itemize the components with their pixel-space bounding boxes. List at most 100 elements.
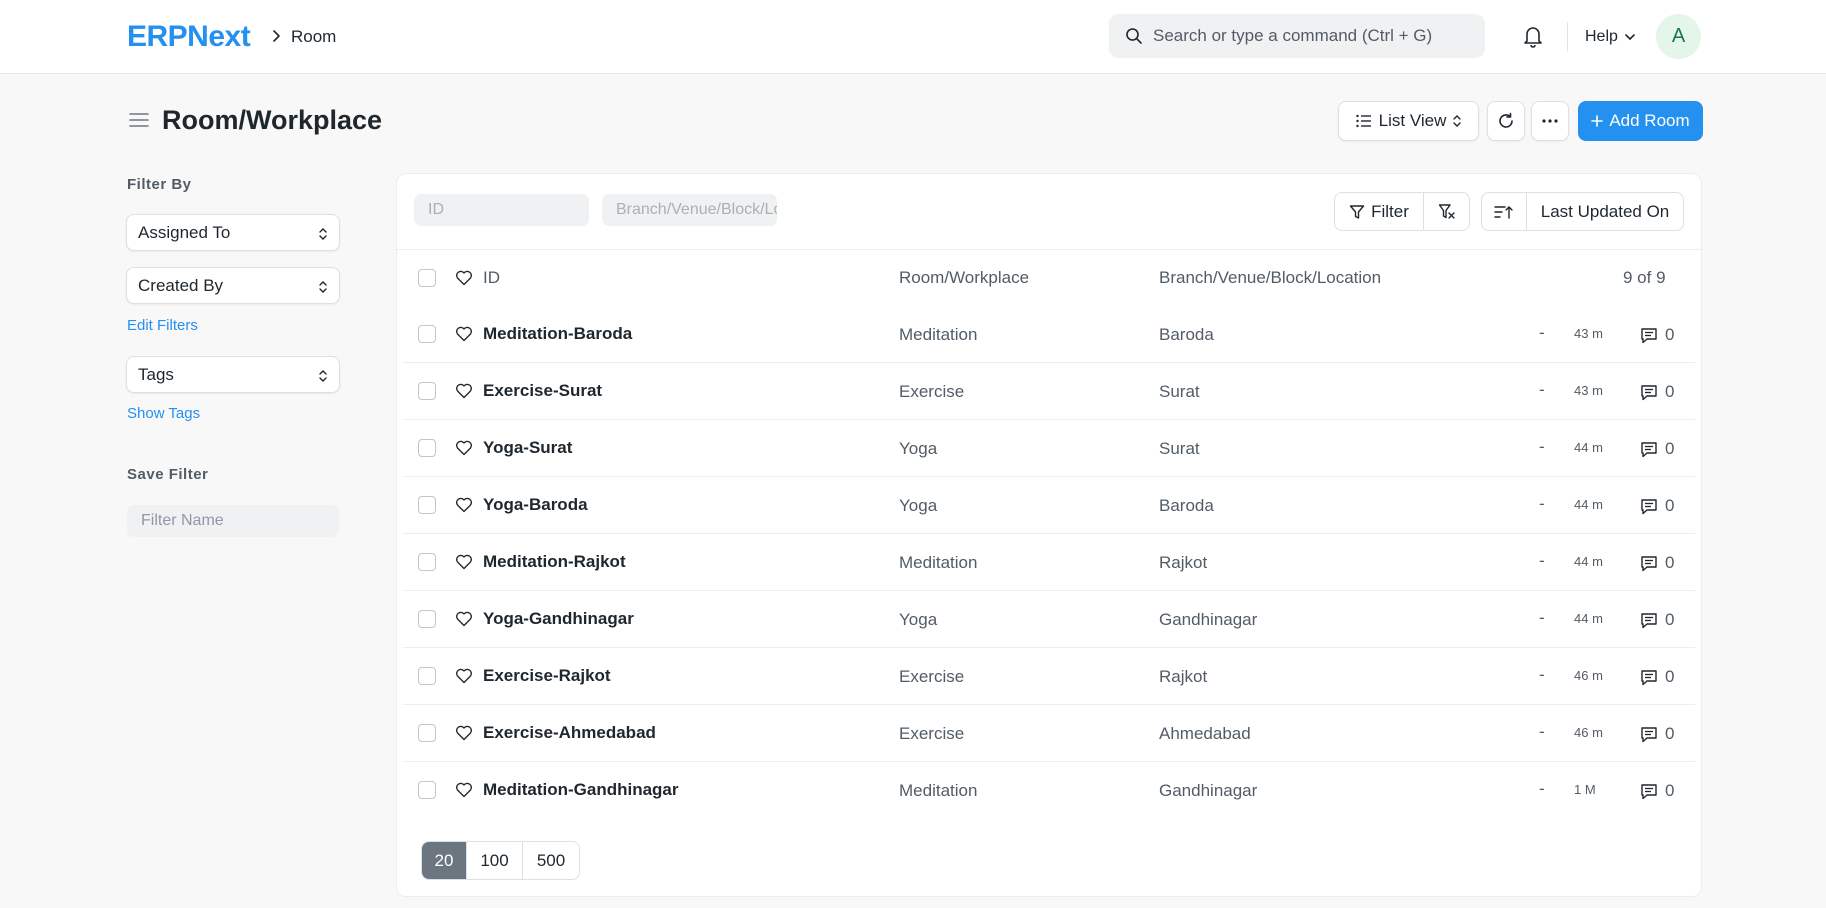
table-row[interactable]: Meditation-Baroda Meditation Baroda - 43 m 0 [403,306,1695,363]
row-room[interactable]: Yoga [899,439,937,459]
heart-icon[interactable] [455,554,473,570]
table-row[interactable]: Yoga-Baroda Yoga Baroda - 44 m 0 [403,477,1695,534]
heart-icon[interactable] [455,497,473,513]
sort-field-button[interactable]: Last Updated On [1526,192,1684,231]
select-all-checkbox[interactable] [418,269,436,287]
row-room[interactable]: Yoga [899,496,937,516]
row-checkbox[interactable] [418,781,436,799]
table-row[interactable]: Meditation-Gandhinagar Meditation Gandhina… [403,762,1695,819]
page-length-100[interactable]: 100 [467,842,523,879]
row-branch[interactable]: Rajkot [1159,553,1207,573]
search-input[interactable] [1153,14,1473,58]
sidebar-toggle-icon[interactable] [129,110,149,130]
row-id-link[interactable]: Meditation-Baroda [483,324,632,344]
table-row[interactable]: Yoga-Surat Yoga Surat - 44 m 0 [403,420,1695,477]
row-assigned: - [1539,665,1545,684]
row-room[interactable]: Meditation [899,325,977,345]
row-room[interactable]: Exercise [899,382,964,402]
row-comment-count: 0 [1665,724,1675,743]
heart-icon[interactable] [455,611,473,627]
row-checkbox[interactable] [418,325,436,343]
row-modified: 46 m [1574,668,1603,683]
page-length-20[interactable]: 20 [422,842,467,879]
row-id-link[interactable]: Exercise-Rajkot [483,666,611,686]
table-row[interactable]: Exercise-Ahmedabad Exercise Ahmedabad - 46 m… [403,705,1695,762]
sort-updown-icon [1453,115,1462,127]
edit-filters-link[interactable]: Edit Filters [127,317,198,334]
row-checkbox[interactable] [418,496,436,514]
row-id-link[interactable]: Yoga-Gandhinagar [483,609,634,629]
list-view-button[interactable]: List View [1338,101,1479,141]
row-modified: 44 m [1574,440,1603,455]
row-room[interactable]: Meditation [899,553,977,573]
row-branch[interactable]: Surat [1159,382,1200,402]
table-row[interactable]: Yoga-Gandhinagar Yoga Gandhinagar - 44 m 0 [403,591,1695,648]
row-room[interactable]: Meditation [899,781,977,801]
row-branch[interactable]: Rajkot [1159,667,1207,687]
row-checkbox[interactable] [418,553,436,571]
navbar: ERPNext Room Help A [0,0,1826,74]
more-actions-button[interactable] [1531,101,1569,141]
page-length-selector: 20 100 500 [421,841,580,880]
row-checkbox[interactable] [418,667,436,685]
bell-icon[interactable] [1522,24,1544,48]
row-id-link[interactable]: Meditation-Rajkot [483,552,626,572]
id-filter-input[interactable] [414,194,589,226]
assigned-to-select[interactable]: Assigned To [126,214,340,251]
avatar[interactable]: A [1656,14,1701,59]
breadcrumb-room[interactable]: Room [291,26,336,48]
heart-icon[interactable] [455,383,473,399]
row-id-link[interactable]: Yoga-Baroda [483,495,588,515]
refresh-icon [1499,112,1513,128]
row-branch[interactable]: Ahmedabad [1159,724,1251,744]
column-header-id[interactable]: ID [483,268,500,288]
row-id-link[interactable]: Exercise-Ahmedabad [483,723,656,743]
sort-updown-icon [319,228,327,240]
row-assigned: - [1539,494,1545,513]
ellipsis-icon [1542,119,1558,123]
add-room-button[interactable]: Add Room [1578,101,1703,141]
erpnext-logo[interactable]: ERPNext [127,20,251,54]
filter-button[interactable]: Filter [1334,192,1424,231]
row-branch[interactable]: Baroda [1159,496,1214,516]
heart-icon[interactable] [455,326,473,342]
refresh-button[interactable] [1487,101,1525,141]
row-checkbox[interactable] [418,610,436,628]
heart-icon[interactable] [455,440,473,456]
sort-updown-icon [319,281,327,293]
row-branch[interactable]: Gandhinagar [1159,781,1257,801]
table-row[interactable]: Exercise-Surat Exercise Surat - 43 m 0 [403,363,1695,420]
row-branch[interactable]: Surat [1159,439,1200,459]
row-id-link[interactable]: Meditation-Gandhinagar [483,780,679,800]
table-header: ID Room/Workplace Branch/Venue/Block/Loc… [403,249,1695,306]
heart-icon[interactable] [455,270,473,286]
row-room[interactable]: Yoga [899,610,937,630]
row-room[interactable]: Exercise [899,724,964,744]
table-row[interactable]: Exercise-Rajkot Exercise Rajkot - 46 m 0 [403,648,1695,705]
tags-select[interactable]: Tags [126,356,340,393]
row-checkbox[interactable] [418,382,436,400]
row-branch[interactable]: Gandhinagar [1159,610,1257,630]
row-branch[interactable]: Baroda [1159,325,1214,345]
sort-direction-button[interactable] [1481,192,1527,231]
row-checkbox[interactable] [418,724,436,742]
heart-icon[interactable] [455,725,473,741]
heart-icon[interactable] [455,668,473,684]
awesomebar[interactable] [1109,14,1485,58]
show-tags-link[interactable]: Show Tags [127,405,200,422]
row-id-link[interactable]: Yoga-Surat [483,438,572,458]
chevron-right-icon [273,30,280,42]
row-id-link[interactable]: Exercise-Surat [483,381,602,401]
clear-filters-button[interactable] [1423,192,1470,231]
row-checkbox[interactable] [418,439,436,457]
created-by-select[interactable]: Created By [126,267,340,304]
page-length-500[interactable]: 500 [523,842,579,879]
help-dropdown[interactable]: Help [1585,26,1636,48]
sort-updown-icon [319,370,327,382]
heart-icon[interactable] [455,782,473,798]
row-modified: 1 M [1574,782,1596,797]
branch-filter-input[interactable] [602,194,777,226]
filter-name-input[interactable] [127,505,339,537]
row-room[interactable]: Exercise [899,667,964,687]
table-row[interactable]: Meditation-Rajkot Meditation Rajkot - 44 m 0 [403,534,1695,591]
